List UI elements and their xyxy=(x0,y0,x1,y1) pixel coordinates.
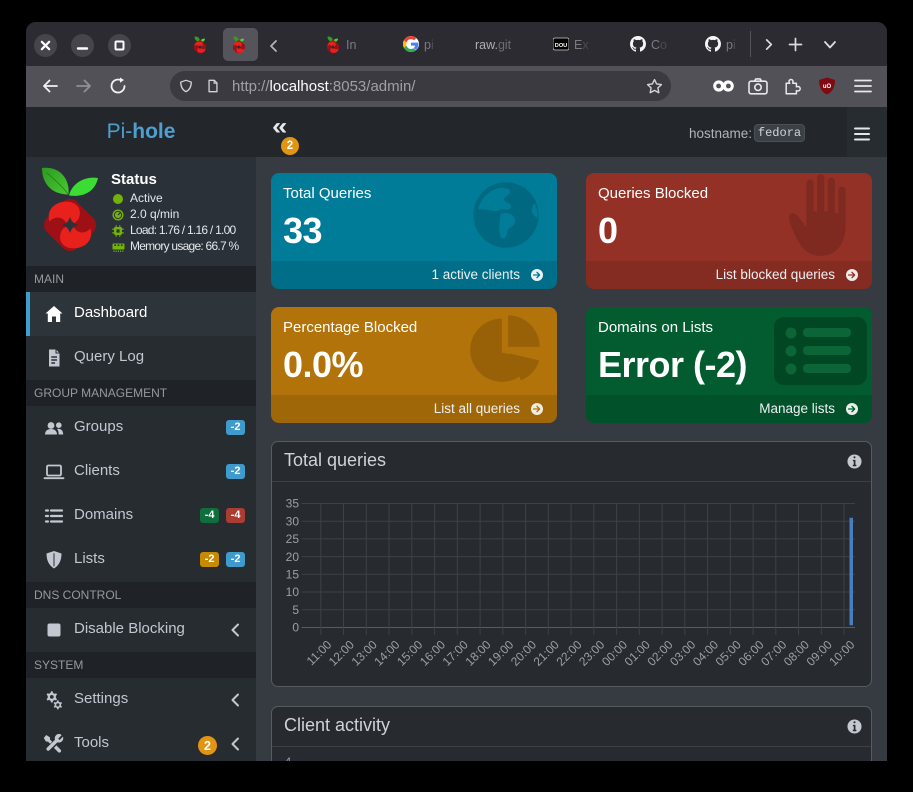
svg-text:15: 15 xyxy=(286,568,300,582)
svg-text:30: 30 xyxy=(286,514,300,528)
svg-text:uO: uO xyxy=(823,84,832,90)
svg-text:DOU: DOU xyxy=(555,43,567,49)
svg-text:10: 10 xyxy=(286,585,300,599)
svg-text:0: 0 xyxy=(292,621,299,635)
svg-text:25: 25 xyxy=(286,532,300,546)
svg-text:10:00: 10:00 xyxy=(826,637,857,668)
svg-text:35: 35 xyxy=(286,497,300,511)
svg-text:20: 20 xyxy=(286,550,300,564)
svg-text:5: 5 xyxy=(292,603,299,617)
